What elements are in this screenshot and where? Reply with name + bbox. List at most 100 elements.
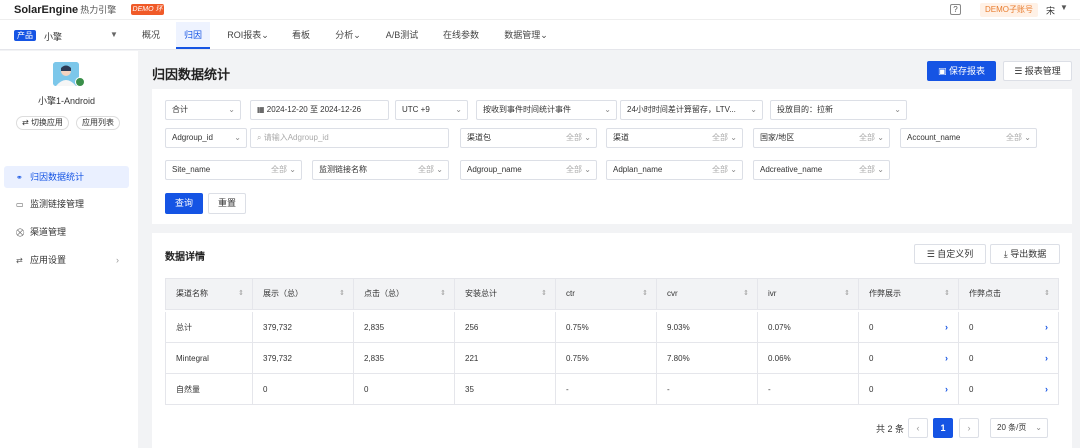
sort-icon[interactable]: ⇕ [541, 279, 547, 309]
help-icon[interactable]: ? [950, 4, 961, 15]
col-header-channel[interactable]: 渠道名称 ⇕ [166, 279, 253, 309]
switch-app-button[interactable]: ⇄ 切换应用 [16, 116, 69, 130]
chevron-down-icon: ⌄ [604, 105, 611, 114]
app-selector[interactable]: 小擎 [44, 30, 62, 43]
cell-impressions: 379,732 [253, 312, 354, 342]
sidebar-item-settings[interactable]: ⇄ 应用设置 › [4, 249, 129, 271]
demo-account-badge[interactable]: DEMO子账号 [980, 3, 1038, 17]
search-icon: ⌕ [257, 133, 262, 142]
save-report-button[interactable]: ▣ 保存报表 [927, 61, 996, 81]
device-name: 小擎1-Android [38, 96, 96, 106]
col-header-ivr[interactable]: ivr ⇕ [758, 279, 859, 309]
chevron-down-icon: ⌄ [234, 133, 241, 142]
cell-ivr: 0.06% [758, 343, 859, 373]
query-button[interactable]: 查询 [165, 193, 203, 214]
cell-channel: 自然量 [166, 374, 253, 404]
page-1-button[interactable]: 1 [933, 418, 953, 438]
sidebar-item-channel[interactable]: ⛒ 渠道管理 [4, 221, 129, 243]
cell-fraud-clicks: 0 › [959, 343, 1058, 373]
chevron-down-icon: ⌄ [730, 133, 737, 142]
col-header-fraud-clicks[interactable]: 作弊点击 ⇕ [959, 279, 1058, 309]
filter-country[interactable]: 国家/地区 全部 ⌄ [753, 128, 890, 148]
sort-icon[interactable]: ⇕ [944, 279, 950, 309]
cell-fraud-impressions: 0 › [859, 374, 959, 404]
filter-channel[interactable]: 渠道 全部 ⌄ [606, 128, 743, 148]
reset-button[interactable]: 重置 [208, 193, 246, 214]
page-size-select[interactable]: 20 条/页 ⌄ [990, 418, 1048, 438]
nav-online-params[interactable]: 在线参数 [436, 22, 486, 49]
filter-adgroup-name[interactable]: Adgroup_name 全部 ⌄ [460, 160, 597, 180]
nav-ab-test[interactable]: A/B测试 [380, 22, 424, 49]
table-row: 总计 379,732 2,835 256 0.75% 9.03% 0.07% 0… [165, 312, 1059, 343]
cell-cvr: 7.80% [657, 343, 758, 373]
nav-roi-report[interactable]: ROI报表⌄ [222, 22, 274, 49]
prev-page-button[interactable]: ‹ [908, 418, 928, 438]
cell-ctr: 0.75% [556, 312, 657, 342]
chevron-right-icon[interactable]: › [945, 312, 948, 343]
adgroup-id-search-input[interactable]: ⌕ 请输入Adgroup_id [250, 128, 449, 148]
brand-logo[interactable]: SolarEngine 热力引擎 [14, 3, 116, 16]
col-header-impressions[interactable]: 展示（总） ⇕ [253, 279, 354, 309]
aggregate-select[interactable]: 合计 ⌄ [165, 100, 241, 120]
col-header-installs[interactable]: 安装总计 ⇕ [455, 279, 556, 309]
settings-icon: ⇄ [16, 256, 23, 265]
date-range-picker[interactable]: ▦ 2024-12-20 至 2024-12-26 [250, 100, 389, 120]
sort-icon[interactable]: ⇕ [743, 279, 749, 309]
user-menu-caret-icon[interactable]: ▼ [1060, 3, 1068, 12]
custom-columns-button[interactable]: ☰ 自定义列 [914, 244, 986, 264]
manage-report-button[interactable]: ☰ 报表管理 [1003, 61, 1072, 81]
sort-icon[interactable]: ⇕ [440, 279, 446, 309]
app-list-button[interactable]: 应用列表 [76, 116, 120, 130]
chevron-right-icon[interactable]: › [1045, 312, 1048, 343]
chevron-down-icon: ⌄ [894, 105, 901, 114]
chevron-down-icon: ⌄ [584, 165, 591, 174]
sort-icon[interactable]: ⇕ [642, 279, 648, 309]
goal-select[interactable]: 投放目的：拉新 ⌄ [770, 100, 907, 120]
sort-icon[interactable]: ⇕ [339, 279, 345, 309]
chevron-down-icon: ⌄ [730, 165, 737, 174]
cell-cvr: 9.03% [657, 312, 758, 342]
filter-monitor-link-name[interactable]: 监测链接名称 全部 ⌄ [312, 160, 449, 180]
calendar-icon: ▦ [257, 105, 265, 114]
app-selector-caret-icon[interactable]: ▼ [110, 30, 118, 39]
next-page-button[interactable]: › [959, 418, 979, 438]
nav-dashboard[interactable]: 看板 [286, 22, 316, 49]
col-header-cvr[interactable]: cvr ⇕ [657, 279, 758, 309]
stat-method-select[interactable]: 按收到事件时间统计事件 ⌄ [476, 100, 617, 120]
cell-ctr: - [556, 374, 657, 404]
timezone-select[interactable]: UTC +9 ⌄ [395, 100, 468, 120]
nav-data-management[interactable]: 数据管理⌄ [498, 22, 554, 49]
sort-icon[interactable]: ⇕ [1044, 279, 1050, 309]
chevron-down-icon: ⌄ [1035, 423, 1042, 432]
filter-site-name[interactable]: Site_name 全部 ⌄ [165, 160, 302, 180]
filter-channel-package[interactable]: 渠道包 全部 ⌄ [460, 128, 597, 148]
cell-installs: 35 [455, 374, 556, 404]
chevron-right-icon[interactable]: › [1045, 374, 1048, 405]
nav-analysis[interactable]: 分析⌄ [328, 22, 368, 49]
sort-icon[interactable]: ⇕ [238, 279, 244, 309]
sort-icon[interactable]: ⇕ [844, 279, 850, 309]
product-tag: 产品 [14, 30, 36, 41]
nav-overview[interactable]: 概况 [136, 22, 166, 49]
col-header-fraud-impressions[interactable]: 作弊展示 ⇕ [859, 279, 959, 309]
adgroup-id-select[interactable]: Adgroup_id ⌄ [165, 128, 247, 148]
filter-account-name[interactable]: Account_name 全部 ⌄ [900, 128, 1037, 148]
chevron-right-icon[interactable]: › [945, 374, 948, 405]
sidebar-item-monitor-link[interactable]: ▭ 监测链接管理 [4, 193, 129, 215]
col-header-clicks[interactable]: 点击（总） ⇕ [354, 279, 455, 309]
table-row: 自然量 0 0 35 - - - 0 › 0 › [165, 374, 1059, 405]
sidebar-item-attribution[interactable]: ⚭ 归因数据统计 [4, 166, 129, 188]
chevron-down-icon: ⌄ [289, 165, 296, 174]
chevron-right-icon[interactable]: › [945, 343, 948, 374]
cell-clicks: 0 [354, 374, 455, 404]
nav-attribution[interactable]: 归因 [176, 22, 210, 49]
filter-adplan-name[interactable]: Adplan_name 全部 ⌄ [606, 160, 743, 180]
cell-installs: 256 [455, 312, 556, 342]
export-data-button[interactable]: ⤓ 导出数据 [990, 244, 1060, 264]
chevron-down-icon: ⌄ [1024, 133, 1031, 142]
filter-adcreative-name[interactable]: Adcreative_name 全部 ⌄ [753, 160, 890, 180]
chevron-right-icon[interactable]: › [1045, 343, 1048, 374]
col-header-ctr[interactable]: ctr ⇕ [556, 279, 657, 309]
retention-select[interactable]: 24小时时间差计算留存，LTV... ⌄ [620, 100, 763, 120]
user-avatar-name[interactable]: 宋 [1046, 4, 1055, 17]
